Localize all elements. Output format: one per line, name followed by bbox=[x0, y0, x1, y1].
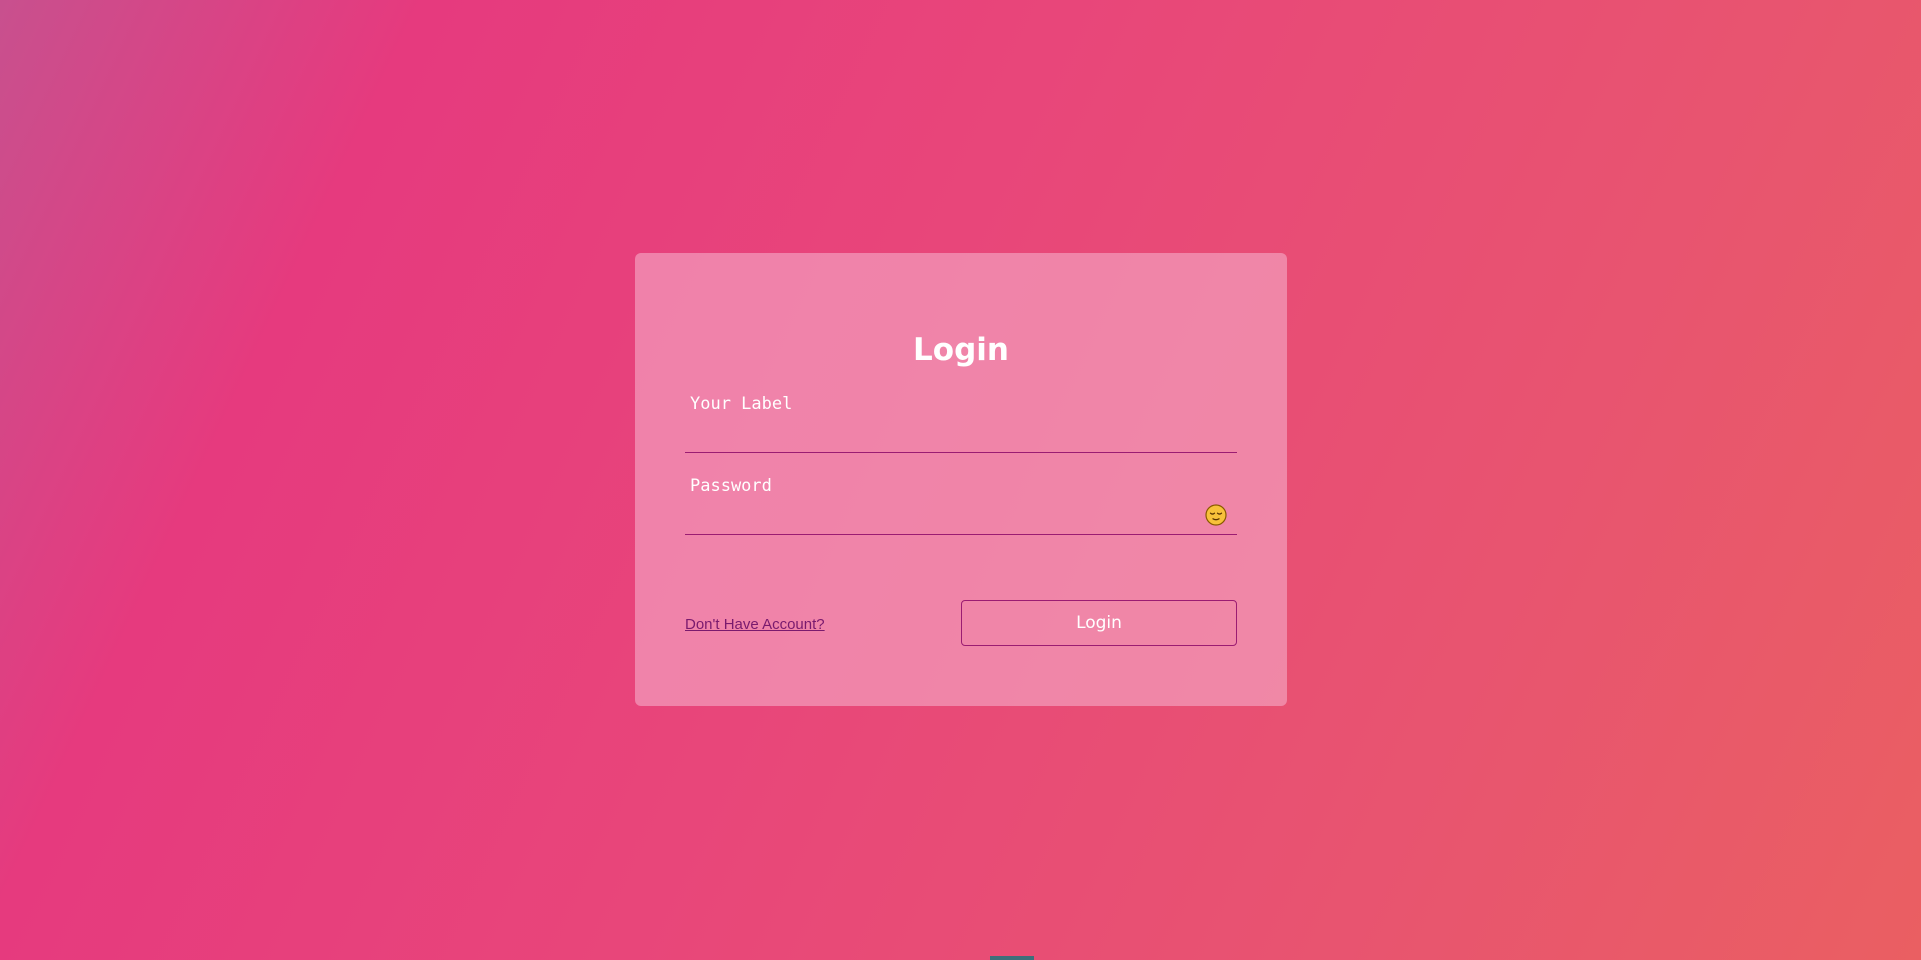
password-visibility-toggle-icon bbox=[1205, 504, 1227, 526]
username-label: Your Label bbox=[690, 394, 793, 414]
password-label: Password bbox=[690, 476, 772, 496]
sleepy-face-emoji-icon[interactable] bbox=[1205, 504, 1227, 526]
signup-link[interactable]: Don't Have Account? bbox=[685, 615, 825, 635]
password-input[interactable] bbox=[685, 500, 1199, 534]
taskbar-fragment bbox=[990, 956, 1034, 960]
password-field: Password bbox=[685, 476, 1237, 535]
login-card: Login Your Label Password Don't Have Acc… bbox=[635, 253, 1287, 706]
username-field: Your Label bbox=[685, 394, 1237, 453]
login-button[interactable]: Login bbox=[961, 600, 1237, 646]
username-input[interactable] bbox=[685, 418, 1199, 452]
login-title: Login bbox=[913, 332, 1009, 368]
